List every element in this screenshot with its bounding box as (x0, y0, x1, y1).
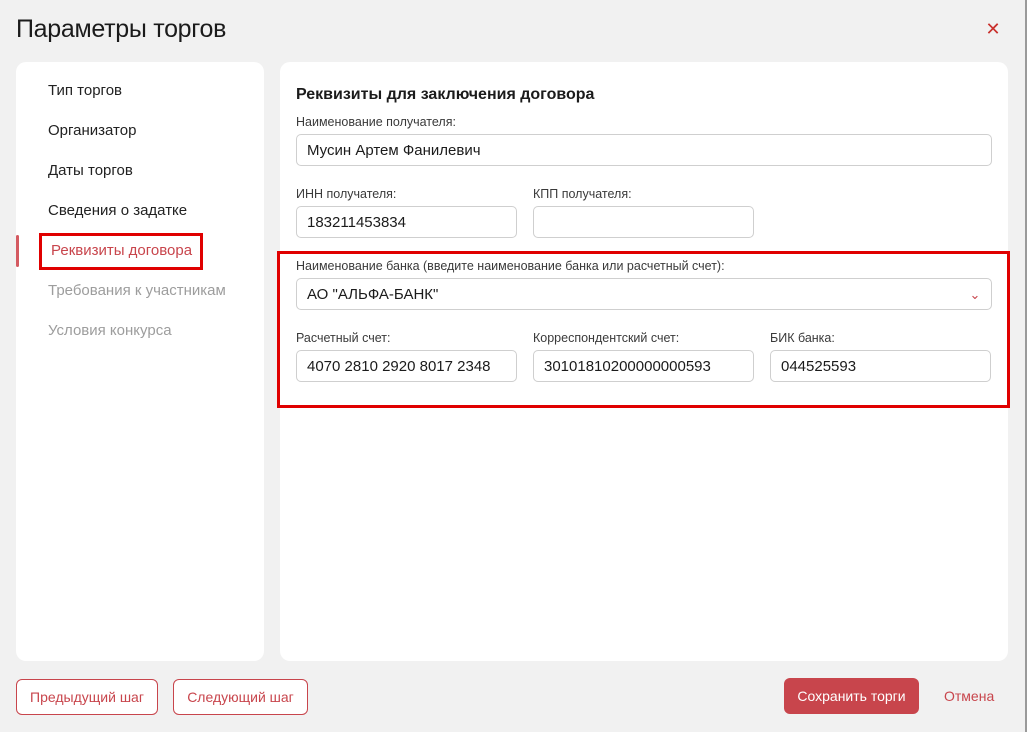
trade-params-dialog: Параметры торгов ✕ Тип торгов Организато… (0, 0, 1027, 732)
sidebar-item-deposit-info[interactable]: Сведения о задатке (48, 202, 187, 219)
close-icon[interactable]: ✕ (984, 20, 1002, 38)
sidebar-item-organizer[interactable]: Организатор (48, 122, 136, 139)
recipient-kpp-input[interactable] (533, 206, 754, 238)
annotation-box-bank (277, 251, 1010, 408)
section-title: Реквизиты для заключения договора (296, 86, 595, 103)
active-step-indicator (16, 235, 19, 267)
sidebar-item-participant-requirements[interactable]: Требования к участникам (48, 282, 226, 299)
recipient-inn-label: ИНН получателя: (296, 187, 397, 201)
steps-sidebar (16, 62, 264, 661)
next-step-button[interactable]: Следующий шаг (173, 679, 308, 715)
save-button[interactable]: Сохранить торги (784, 678, 919, 714)
recipient-name-input[interactable] (296, 134, 992, 166)
recipient-name-label: Наименование получателя: (296, 115, 456, 129)
recipient-kpp-label: КПП получателя: (533, 187, 632, 201)
sidebar-item-contest-conditions[interactable]: Условия конкурса (48, 322, 172, 339)
sidebar-item-trade-dates[interactable]: Даты торгов (48, 162, 133, 179)
prev-step-button[interactable]: Предыдущий шаг (16, 679, 158, 715)
cancel-button[interactable]: Отмена (944, 688, 994, 704)
sidebar-item-trade-type[interactable]: Тип торгов (48, 82, 122, 99)
annotation-box-sidebar (39, 233, 203, 270)
recipient-inn-input[interactable] (296, 206, 517, 238)
dialog-title: Параметры торгов (16, 15, 227, 43)
